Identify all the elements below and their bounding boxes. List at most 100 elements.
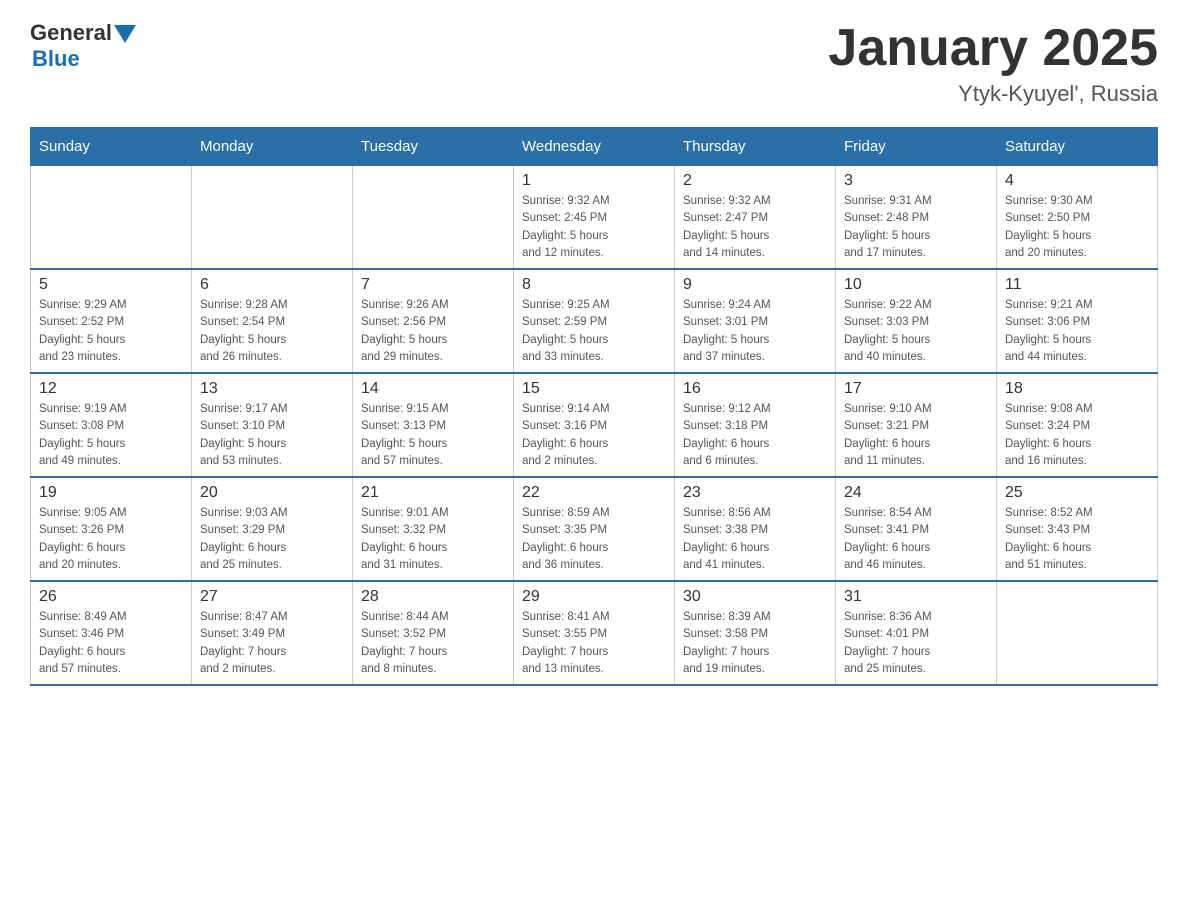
day-info: Sunrise: 9:25 AMSunset: 2:59 PMDaylight:… [522,297,666,366]
day-info: Sunrise: 9:30 AMSunset: 2:50 PMDaylight:… [1005,193,1149,262]
day-info: Sunrise: 8:54 AMSunset: 3:41 PMDaylight:… [844,505,988,574]
calendar-cell: 25 Sunrise: 8:52 AMSunset: 3:43 PMDayligh… [997,477,1158,581]
header-cell-saturday: Saturday [997,128,1158,166]
calendar-cell: 21 Sunrise: 9:01 AMSunset: 3:32 PMDayligh… [353,477,514,581]
calendar-cell: 11Sunrise: 9:21 AMSunset: 3:06 PMDayligh… [997,269,1158,373]
calendar-cell: 10Sunrise: 9:22 AMSunset: 3:03 PMDayligh… [836,269,997,373]
logo-text-general: General [30,20,112,46]
day-number: 15 [522,380,666,398]
day-info: Sunrise: 9:19 AMSunset: 3:08 PMDaylight:… [39,401,183,470]
day-info: Sunrise: 9:10 AMSunset: 3:21 PMDaylight:… [844,401,988,470]
day-info: Sunrise: 9:14 AMSunset: 3:16 PMDaylight:… [522,401,666,470]
day-number: 9 [683,276,827,294]
day-info: Sunrise: 9:24 AMSunset: 3:01 PMDaylight:… [683,297,827,366]
day-info: Sunrise: 8:56 AMSunset: 3:38 PMDaylight:… [683,505,827,574]
day-info: Sunrise: 9:21 AMSunset: 3:06 PMDaylight:… [1005,297,1149,366]
header-cell-tuesday: Tuesday [353,128,514,166]
day-number: 18 [1005,380,1149,398]
calendar-cell: 4Sunrise: 9:30 AMSunset: 2:50 PMDaylight… [997,166,1158,270]
calendar-cell: 13Sunrise: 9:17 AMSunset: 3:10 PMDayligh… [192,373,353,477]
day-number: 21 [361,484,505,502]
day-number: 12 [39,380,183,398]
logo-triangle-icon [114,25,136,43]
day-info: Sunrise: 8:41 AMSunset: 3:55 PMDaylight:… [522,609,666,678]
day-info: Sunrise: 8:52 AMSunset: 3:43 PMDaylight:… [1005,505,1149,574]
calendar-cell: 19 Sunrise: 9:05 AMSunset: 3:26 PMDayligh… [31,477,192,581]
calendar-body: 1Sunrise: 9:32 AMSunset: 2:45 PMDaylight… [31,166,1158,686]
calendar-cell: 7Sunrise: 9:26 AMSunset: 2:56 PMDaylight… [353,269,514,373]
day-info: Sunrise: 9:15 AMSunset: 3:13 PMDaylight:… [361,401,505,470]
header-row: SundayMondayTuesdayWednesdayThursdayFrid… [31,128,1158,166]
day-info: Sunrise: 9:01 AMSunset: 3:32 PMDaylight:… [361,505,505,574]
day-info: Sunrise: 9:32 AMSunset: 2:47 PMDaylight:… [683,193,827,262]
day-number: 28 [361,588,505,606]
logo-text-blue: Blue [32,46,80,71]
day-number: 20 [200,484,344,502]
calendar-cell: 9 Sunrise: 9:24 AMSunset: 3:01 PMDaylight… [675,269,836,373]
header-cell-monday: Monday [192,128,353,166]
calendar-cell: 20 Sunrise: 9:03 AMSunset: 3:29 PMDayligh… [192,477,353,581]
day-info: Sunrise: 9:26 AMSunset: 2:56 PMDaylight:… [361,297,505,366]
day-number: 19 [39,484,183,502]
calendar-header: SundayMondayTuesdayWednesdayThursdayFrid… [31,128,1158,166]
day-info: Sunrise: 9:03 AMSunset: 3:29 PMDaylight:… [200,505,344,574]
calendar-cell: 5 Sunrise: 9:29 AMSunset: 2:52 PMDaylight… [31,269,192,373]
calendar-title: January 2025 [828,20,1158,77]
day-info: Sunrise: 9:29 AMSunset: 2:52 PMDaylight:… [39,297,183,366]
header-cell-wednesday: Wednesday [514,128,675,166]
day-number: 26 [39,588,183,606]
day-number: 25 [1005,484,1149,502]
calendar-cell: 23 Sunrise: 8:56 AMSunset: 3:38 PMDayligh… [675,477,836,581]
calendar-cell: 2 Sunrise: 9:32 AMSunset: 2:47 PMDaylight… [675,166,836,270]
day-info: Sunrise: 9:05 AMSunset: 3:26 PMDaylight:… [39,505,183,574]
calendar-cell: 14 Sunrise: 9:15 AMSunset: 3:13 PMDayligh… [353,373,514,477]
day-info: Sunrise: 9:17 AMSunset: 3:10 PMDaylight:… [200,401,344,470]
day-number: 1 [522,172,666,190]
day-number: 2 [683,172,827,190]
day-number: 29 [522,588,666,606]
calendar-cell: 12 Sunrise: 9:19 AMSunset: 3:08 PMDayligh… [31,373,192,477]
day-number: 5 [39,276,183,294]
day-number: 22 [522,484,666,502]
calendar-cell: 18 Sunrise: 9:08 AMSunset: 3:24 PMDayligh… [997,373,1158,477]
title-section: January 2025 Ytyk-Kyuyel', Russia [828,20,1158,107]
calendar-cell: 31 Sunrise: 8:36 AMSunset: 4:01 PMDayligh… [836,581,997,685]
week-row-4: 19 Sunrise: 9:05 AMSunset: 3:26 PMDayligh… [31,477,1158,581]
day-number: 3 [844,172,988,190]
calendar-cell: 29 Sunrise: 8:41 AMSunset: 3:55 PMDayligh… [514,581,675,685]
day-info: Sunrise: 9:28 AMSunset: 2:54 PMDaylight:… [200,297,344,366]
calendar-cell [353,166,514,270]
day-number: 23 [683,484,827,502]
day-number: 31 [844,588,988,606]
calendar-cell: 22 Sunrise: 8:59 AMSunset: 3:35 PMDayligh… [514,477,675,581]
day-number: 17 [844,380,988,398]
calendar-cell: 27 Sunrise: 8:47 AMSunset: 3:49 PMDayligh… [192,581,353,685]
week-row-2: 5 Sunrise: 9:29 AMSunset: 2:52 PMDaylight… [31,269,1158,373]
logo: General Blue [30,20,136,72]
day-info: Sunrise: 9:12 AMSunset: 3:18 PMDaylight:… [683,401,827,470]
day-info: Sunrise: 8:47 AMSunset: 3:49 PMDaylight:… [200,609,344,678]
day-info: Sunrise: 9:31 AMSunset: 2:48 PMDaylight:… [844,193,988,262]
day-number: 16 [683,380,827,398]
calendar-cell: 30 Sunrise: 8:39 AMSunset: 3:58 PMDayligh… [675,581,836,685]
calendar-table: SundayMondayTuesdayWednesdayThursdayFrid… [30,127,1158,686]
calendar-cell: 3 Sunrise: 9:31 AMSunset: 2:48 PMDaylight… [836,166,997,270]
day-number: 14 [361,380,505,398]
calendar-cell: 16 Sunrise: 9:12 AMSunset: 3:18 PMDayligh… [675,373,836,477]
day-number: 6 [200,276,344,294]
day-number: 30 [683,588,827,606]
calendar-cell: 6 Sunrise: 9:28 AMSunset: 2:54 PMDaylight… [192,269,353,373]
calendar-subtitle: Ytyk-Kyuyel', Russia [828,81,1158,107]
day-number: 24 [844,484,988,502]
day-info: Sunrise: 8:39 AMSunset: 3:58 PMDaylight:… [683,609,827,678]
day-number: 27 [200,588,344,606]
calendar-cell: 17 Sunrise: 9:10 AMSunset: 3:21 PMDayligh… [836,373,997,477]
day-info: Sunrise: 9:08 AMSunset: 3:24 PMDaylight:… [1005,401,1149,470]
header-cell-thursday: Thursday [675,128,836,166]
day-info: Sunrise: 8:59 AMSunset: 3:35 PMDaylight:… [522,505,666,574]
calendar-cell: 8Sunrise: 9:25 AMSunset: 2:59 PMDaylight… [514,269,675,373]
calendar-cell: 15 Sunrise: 9:14 AMSunset: 3:16 PMDayligh… [514,373,675,477]
header-cell-friday: Friday [836,128,997,166]
calendar-cell: 28Sunrise: 8:44 AMSunset: 3:52 PMDayligh… [353,581,514,685]
day-info: Sunrise: 8:36 AMSunset: 4:01 PMDaylight:… [844,609,988,678]
